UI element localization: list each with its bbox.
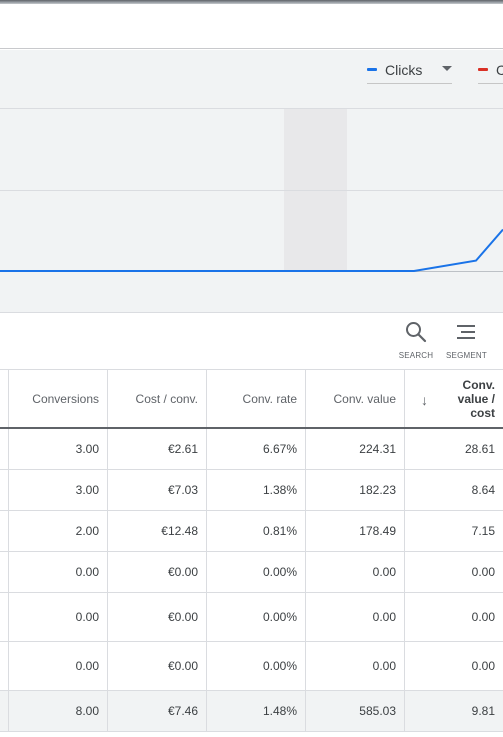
cell-conv-value-per-cost: 0.00 — [404, 642, 503, 690]
cell-conv-value: 0.00 — [305, 593, 404, 641]
metric-label-clicks: Clicks — [385, 61, 423, 78]
cell-conv-rate: 6.67% — [206, 429, 305, 469]
cell-conv-value: 585.03 — [305, 691, 404, 731]
clicks-color-swatch — [367, 68, 377, 71]
cell-conv-rate: 1.38% — [206, 470, 305, 510]
row-cell-clipped — [0, 552, 8, 592]
cell-conv-rate: 0.00% — [206, 642, 305, 690]
partial-tool-label: C — [497, 351, 503, 360]
cell-conversions: 3.00 — [8, 470, 107, 510]
table-row[interactable]: 3.00 €7.03 1.38% 182.23 8.64 — [0, 470, 503, 511]
metric-label-second: C — [496, 61, 503, 78]
table-total-row[interactable]: 8.00 €7.46 1.48% 585.03 9.81 — [0, 691, 503, 732]
table-body: 3.00 €2.61 6.67% 224.31 28.61 3.00 €7.03 1.38% 1… — [0, 429, 503, 732]
cell-conv-rate: 0.81% — [206, 511, 305, 551]
table-row[interactable]: 0.00 €0.00 0.00% 0.00 0.00 — [0, 642, 503, 691]
row-cell-clipped — [0, 691, 8, 731]
cell-cost-per-conv: €7.46 — [107, 691, 206, 731]
cell-cost-per-conv: €12.48 — [107, 511, 206, 551]
cell-conversions: 0.00 — [8, 552, 107, 592]
header-conv-value-per-cost-label: Conv. value / cost — [457, 377, 495, 420]
segment-button-label: SEGMENT — [446, 351, 487, 360]
header-conv-value[interactable]: Conv. value — [305, 370, 404, 427]
cell-cost-per-conv: €0.00 — [107, 642, 206, 690]
row-cell-clipped — [0, 511, 8, 551]
search-icon — [406, 322, 427, 343]
header-conv-value-label: Conv. value — [333, 391, 396, 406]
table-row[interactable]: 3.00 €2.61 6.67% 224.31 28.61 — [0, 429, 503, 470]
header-conv-rate-label: Conv. rate — [242, 391, 297, 406]
cell-conv-rate: 0.00% — [206, 552, 305, 592]
header-conv-rate[interactable]: Conv. rate — [206, 370, 305, 427]
cell-cost-per-conv: €0.00 — [107, 552, 206, 592]
row-cell-clipped — [0, 593, 8, 641]
cell-conv-value-per-cost: 9.81 — [404, 691, 503, 731]
top-bar — [0, 4, 503, 49]
cell-conv-rate: 0.00% — [206, 593, 305, 641]
cell-conversions: 2.00 — [8, 511, 107, 551]
header-conversions[interactable]: Conversions — [8, 370, 107, 427]
metric-selector-clicks[interactable]: Clicks — [367, 56, 452, 84]
table-header-row: Conversions Cost / conv. Conv. rate Conv… — [0, 369, 503, 429]
cell-conv-value: 0.00 — [305, 552, 404, 592]
row-cell-clipped — [0, 429, 8, 469]
header-cell-clipped — [0, 370, 8, 427]
cell-conv-value: 224.31 — [305, 429, 404, 469]
sort-descending-icon[interactable]: ↓ — [421, 392, 428, 408]
cell-cost-per-conv: €7.03 — [107, 470, 206, 510]
table-row[interactable]: 0.00 €0.00 0.00% 0.00 0.00 — [0, 593, 503, 642]
cell-conv-value-per-cost: 28.61 — [404, 429, 503, 469]
chart-hover-band — [284, 108, 347, 271]
performance-chart — [0, 108, 503, 272]
cell-conv-value-per-cost: 0.00 — [404, 552, 503, 592]
cell-conv-value: 178.49 — [305, 511, 404, 551]
dropdown-arrow-icon[interactable] — [442, 66, 452, 71]
cell-conv-value-per-cost: 0.00 — [404, 593, 503, 641]
header-conversions-label: Conversions — [32, 391, 99, 406]
cell-conversions: 0.00 — [8, 642, 107, 690]
metric-selector-second[interactable]: C — [478, 56, 503, 84]
segment-button[interactable]: SEGMENT — [446, 321, 487, 360]
table-row[interactable]: 2.00 €12.48 0.81% 178.49 7.15 — [0, 511, 503, 552]
second-metric-color-swatch — [478, 68, 488, 71]
header-cost-per-conv[interactable]: Cost / conv. — [107, 370, 206, 427]
search-button[interactable]: SEARCH — [396, 321, 436, 360]
cell-conv-value: 182.23 — [305, 470, 404, 510]
segment-icon — [457, 325, 475, 339]
partial-tool-button[interactable]: C — [497, 321, 503, 360]
cell-cost-per-conv: €2.61 — [107, 429, 206, 469]
cell-conv-value-per-cost: 7.15 — [404, 511, 503, 551]
table-row[interactable]: 0.00 €0.00 0.00% 0.00 0.00 — [0, 552, 503, 593]
data-table: Conversions Cost / conv. Conv. rate Conv… — [0, 369, 503, 732]
cell-conversions: 3.00 — [8, 429, 107, 469]
cell-conversions: 0.00 — [8, 593, 107, 641]
cell-conv-rate: 1.48% — [206, 691, 305, 731]
header-conv-value-per-cost[interactable]: ↓ Conv. value / cost — [404, 370, 503, 427]
table-toolbar: SEARCH SEGMENT C — [0, 313, 503, 370]
header-cost-per-conv-label: Cost / conv. — [135, 391, 198, 406]
search-button-label: SEARCH — [398, 351, 434, 360]
cell-cost-per-conv: €0.00 — [107, 593, 206, 641]
cell-conv-value-per-cost: 8.64 — [404, 470, 503, 510]
cell-conv-value: 0.00 — [305, 642, 404, 690]
cell-conversions: 8.00 — [8, 691, 107, 731]
clicks-series-line — [0, 228, 503, 272]
row-cell-clipped — [0, 470, 8, 510]
row-cell-clipped — [0, 642, 8, 690]
